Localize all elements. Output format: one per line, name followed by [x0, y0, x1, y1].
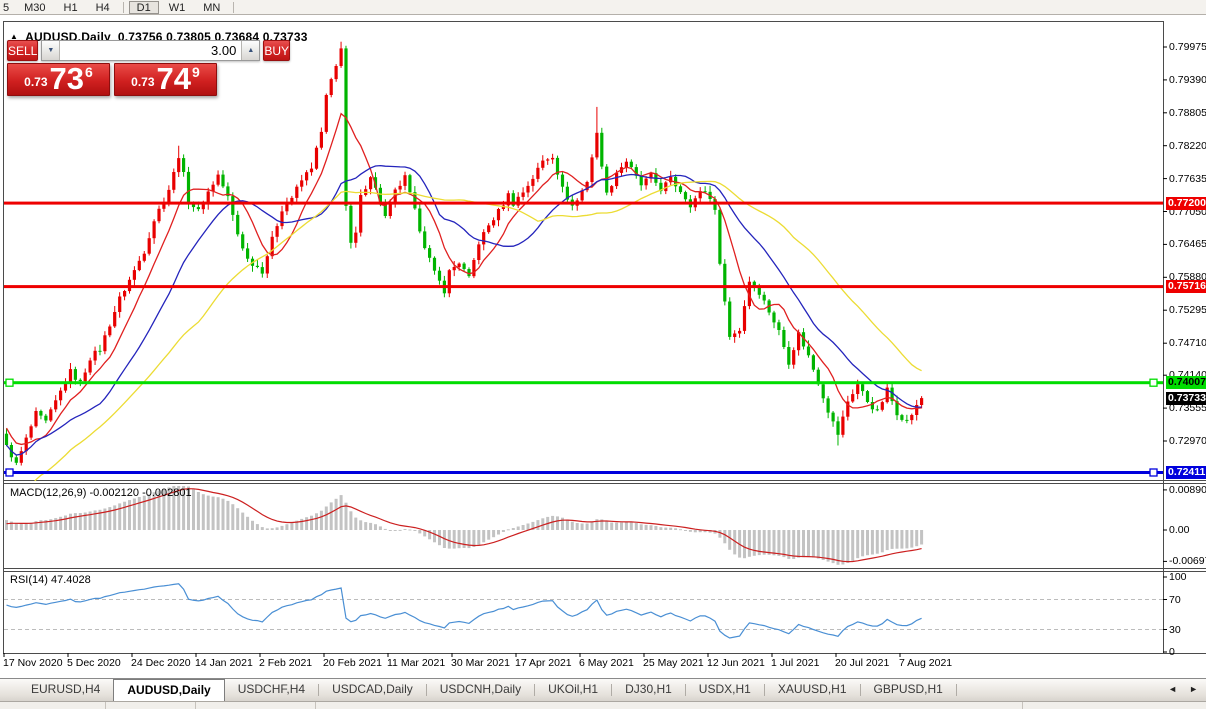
up-arrow-icon: ▲ — [247, 47, 255, 54]
status-bar-divider — [1022, 702, 1023, 709]
date-axis-label: 12 Jun 2021 — [707, 657, 765, 669]
chart-tab-xauusd-h1[interactable]: XAUUSD,H1 — [765, 679, 860, 701]
sell-price-main: 73 — [49, 61, 85, 96]
candles — [4, 41, 924, 466]
status-bar-divider — [105, 702, 106, 709]
buy-price-main: 74 — [156, 61, 192, 96]
buy-button[interactable]: BUY — [263, 40, 291, 61]
date-axis-label: 17 Nov 2020 — [3, 657, 63, 669]
line-handle — [5, 468, 14, 477]
date-axis-label: 20 Feb 2021 — [323, 657, 382, 669]
level-line — [4, 381, 1163, 385]
tab-separator — [955, 684, 957, 696]
chart-tab-usdchf-h4[interactable]: USDCHF,H4 — [225, 679, 318, 701]
chart-tab-eurusd-h4[interactable]: EURUSD,H4 — [18, 679, 113, 701]
current-price-label: 0.73733 — [1166, 391, 1206, 405]
tabs-scroll-left-icon[interactable]: ◄ — [1168, 684, 1177, 694]
level-price-label: 0.72411 — [1166, 465, 1206, 479]
date-axis-label: 5 Dec 2020 — [67, 657, 121, 669]
line-handle — [1149, 468, 1158, 477]
sell-price-prefix: 0.73 — [24, 75, 48, 89]
chart-tab-dj30-h1[interactable]: DJ30,H1 — [612, 679, 685, 701]
price-axis-tick: 0.75295 — [1169, 304, 1206, 317]
chart-tab-audusd-daily[interactable]: AUDUSD,Daily — [113, 679, 225, 701]
line-handle — [5, 378, 14, 387]
chart-tabs: EURUSD,H4 AUDUSD,Daily USDCHF,H4 USDCAD,Dai… — [18, 679, 957, 701]
date-axis-label: 7 Aug 2021 — [899, 657, 953, 669]
buy-price-display[interactable]: 0.73 74 9 — [114, 63, 217, 96]
level-price-label: 0.74007 — [1166, 376, 1206, 390]
level-line — [4, 201, 1163, 205]
date-axis-label: 1 Jul 2021 — [771, 657, 820, 669]
price-axis-tick: 0.76465 — [1169, 238, 1206, 251]
status-bar-divider — [195, 702, 196, 709]
date-axis-label: 17 Apr 2021 — [515, 657, 572, 669]
macd-axis-tick: -0.00697 — [1169, 555, 1206, 568]
date-axis-label: 30 Mar 2021 — [451, 657, 510, 669]
rsi-axis-tick: 0 — [1169, 646, 1175, 658]
rsi-axis-tick: 70 — [1169, 593, 1181, 606]
status-bar — [0, 701, 1206, 709]
chart-tab-ukoil-h1[interactable]: UKOil,H1 — [535, 679, 611, 701]
price-axis-tick: 0.78220 — [1169, 139, 1206, 152]
rsi-axis-tick: 100 — [1169, 571, 1187, 583]
one-click-trading-panel: SELL ▼ ▲ BUY 0.73736 0.73749 — [7, 40, 291, 96]
level-line — [4, 471, 1163, 474]
date-axis-label: 14 Jan 2021 — [195, 657, 253, 669]
price-axis-tick: 0.78805 — [1169, 106, 1206, 119]
date-axis-label: 2 Feb 2021 — [259, 657, 313, 669]
level-price-label: 0.75716 — [1166, 280, 1206, 294]
level-line — [4, 285, 1163, 289]
chart-tab-gbpusd-h1[interactable]: GBPUSD,H1 — [861, 679, 956, 701]
buy-price-prefix: 0.73 — [131, 75, 155, 89]
date-axis-label: 20 Jul 2021 — [835, 657, 890, 669]
chart-plot-area[interactable] — [0, 0, 1206, 709]
macd-axis-tick: 0.00 — [1169, 524, 1190, 536]
price-axis-tick: 0.74710 — [1169, 337, 1206, 350]
tabs-scroll-right-icon[interactable]: ► — [1189, 684, 1198, 694]
rsi-axis-tick: 30 — [1169, 623, 1181, 636]
price-axis-tick: 0.79390 — [1169, 73, 1206, 86]
down-arrow-icon: ▼ — [47, 47, 55, 54]
volume-input[interactable] — [60, 41, 242, 60]
price-axis-tick: 0.77635 — [1169, 172, 1206, 185]
volume-increase-button[interactable]: ▲ — [241, 41, 260, 60]
trading-platform-window: 5 M30 H1 H4 D1 W1 MN ▲ AUDUSD,Daily 0.73756 0.… — [0, 0, 1206, 709]
status-bar-divider — [315, 702, 316, 709]
date-axis-label: 11 Mar 2021 — [387, 657, 446, 669]
date-axis-label: 6 May 2021 — [579, 657, 634, 669]
date-axis-label: 25 May 2021 — [643, 657, 704, 669]
sell-price-pip: 6 — [85, 64, 93, 80]
price-axis-tick: 0.79975 — [1169, 41, 1206, 53]
level-price-label: 0.77200 — [1166, 196, 1206, 210]
buy-price-pip: 9 — [192, 64, 200, 80]
sell-price-display[interactable]: 0.73 73 6 — [7, 63, 110, 96]
rsi-indicator-label: RSI(14) 47.4028 — [10, 574, 91, 586]
macd-axis-tick: 0.008903 — [1169, 483, 1206, 496]
chart-tab-bar: EURUSD,H4 AUDUSD,Daily USDCHF,H4 USDCAD,Dai… — [0, 678, 1206, 701]
chart-tab-usdcad-daily[interactable]: USDCAD,Daily — [319, 679, 426, 701]
chart-tab-usdcnh-daily[interactable]: USDCNH,Daily — [427, 679, 534, 701]
line-handle — [1149, 378, 1158, 387]
volume-spinner: ▼ ▲ — [41, 40, 261, 61]
macd-indicator-label: MACD(12,26,9) -0.002120 -0.002801 — [10, 487, 192, 499]
sell-button[interactable]: SELL — [7, 40, 39, 61]
date-axis-label: 24 Dec 2020 — [131, 657, 191, 669]
chart-tab-usdx-h1[interactable]: USDX,H1 — [686, 679, 764, 701]
volume-decrease-button[interactable]: ▼ — [42, 41, 61, 60]
price-axis-tick: 0.72970 — [1169, 435, 1206, 448]
tab-scroll-controls: ◄ ► — [1168, 684, 1198, 694]
